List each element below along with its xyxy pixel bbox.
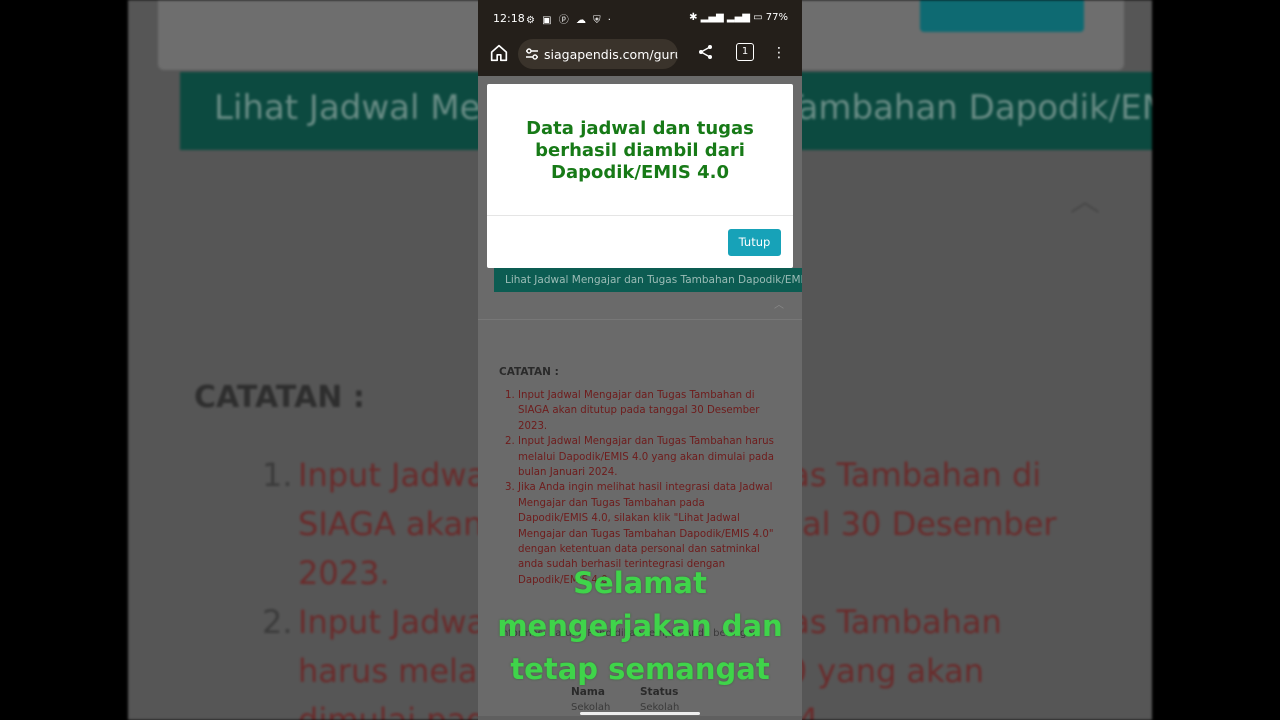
- bg-item-number: 1.: [262, 456, 293, 494]
- view-dapodik-schedule-link[interactable]: Lihat Jadwal Mengajar dan Tugas Tambahan…: [494, 268, 802, 292]
- more-menu-icon[interactable]: ⋮: [772, 43, 786, 63]
- divider: [478, 319, 802, 320]
- status-bar: 12:18 ⚙ ▣ ⓟ ☁ ⛨ · ✱ ▂▄▆ ▂▄▆ ▭ 77%: [478, 0, 802, 36]
- dialog-message: Data jadwal dan tugas berhasil diambil d…: [526, 118, 754, 183]
- browser-address-bar: siagapendis.com/guru 1 ⋮: [478, 36, 802, 76]
- notes-heading: CATATAN :: [499, 366, 559, 378]
- url-text: siagapendis.com/guru: [544, 47, 678, 62]
- system-status-icons: ✱ ▂▄▆ ▂▄▆ ▭ 77%: [689, 12, 788, 23]
- notes-list: 1. Input Jadwal Mengajar dan Tugas Tambah…: [505, 388, 776, 588]
- dialog-divider: [487, 215, 793, 216]
- home-icon[interactable]: [488, 42, 510, 64]
- notification-icons: ⚙ ▣ ⓟ ☁ ⛨ ·: [526, 15, 613, 26]
- tabs-count-icon[interactable]: 1: [736, 43, 754, 61]
- bg-chevron-up-icon: ︿: [1070, 184, 1100, 219]
- url-field[interactable]: siagapendis.com/guru: [518, 39, 678, 69]
- chevron-up-icon[interactable]: ︿: [774, 296, 784, 311]
- list-item: 1. Input Jadwal Mengajar dan Tugas Tambah…: [505, 390, 760, 432]
- success-dialog: Data jadwal dan tugas berhasil diambil d…: [487, 84, 793, 268]
- status-time: 12:18: [493, 12, 525, 25]
- list-item: 2. Input Jadwal Mengajar dan Tugas Tambah…: [505, 436, 774, 479]
- video-caption: Selamat mengerjakan dan tetap semangat: [497, 566, 783, 686]
- bg-close-button: [920, 0, 1084, 32]
- close-button[interactable]: Tutup: [728, 229, 781, 256]
- bg-line: 2023.: [298, 554, 390, 592]
- bg-catatan: CATATAN :: [194, 380, 365, 415]
- bg-item-number: 2.: [262, 603, 293, 641]
- share-icon[interactable]: [697, 43, 715, 61]
- site-settings-icon[interactable]: [524, 46, 540, 62]
- home-indicator[interactable]: [580, 712, 700, 715]
